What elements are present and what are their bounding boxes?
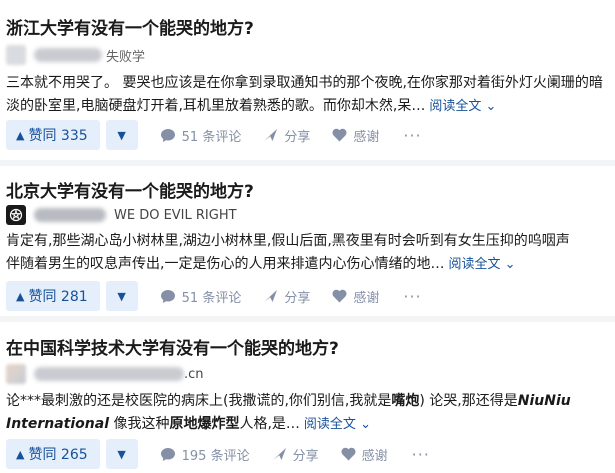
comment-icon [160,289,175,303]
ellipsis-icon: ··· [403,125,422,145]
author-name-blurred[interactable] [34,208,106,222]
share-button[interactable]: 分享 [263,126,310,145]
comment-icon [160,128,175,142]
read-more-label: 阅读全文 [448,257,501,272]
read-more-link[interactable]: 阅读全文 ⌄ [304,417,371,432]
author-bio: 失败学 [106,49,146,65]
excerpt-emphasis: NiuNiu [517,393,571,409]
author-name-blurred[interactable] [34,367,184,381]
triangle-up-icon: ▲ [16,447,25,461]
downvote-button[interactable]: ▼ [105,281,138,311]
triangle-down-icon: ▼ [117,128,126,142]
answer-excerpt[interactable]: 论***最刺激的还是校医院的病床上(我撒谎的,你们别信,我就是嘴炮) 论哭,那还… [6,390,608,436]
excerpt-line: 淡的卧室里,电脑硬盘灯开着,耳机里放着熟悉的歌。而你却木然,呆… 阅读全文 ⌄ [6,95,608,118]
feed-card: 浙江大学有没有一个能哭的地方? 失败学 三本就不用哭了。 要哭也应该是在你拿到录… [0,0,615,160]
avatar[interactable] [6,45,26,65]
excerpt-emphasis: International [6,416,110,432]
read-more-label: 阅读全文 [303,417,356,432]
answer-excerpt[interactable]: 肯定有,那些湖心岛小树林里,湖边小树林里,假山后面,黑夜里有时会听到有女生压抑的… [6,230,608,276]
thanks-label: 感谢 [353,129,380,145]
heart-icon [332,289,347,303]
triangle-down-icon: ▼ [117,289,126,303]
excerpt-text: ) 论哭,那还得是 [419,393,518,409]
triangle-up-icon: ▲ [16,289,25,303]
author-row: .cn [6,363,204,385]
comment-icon [160,447,175,461]
excerpt-line: International 像我这种原地爆炸型人格,是… 阅读全文 ⌄ [6,413,608,436]
heart-icon [332,128,347,142]
upvote-button[interactable]: ▲ 赞同 265 [6,439,100,469]
excerpt-bold: 嘴炮 [391,393,420,409]
thanks-label: 感谢 [361,448,388,464]
comments-label: 195 条评论 [181,448,250,464]
share-label: 分享 [284,290,311,306]
upvote-button[interactable]: ▲ 赞同 281 [6,281,100,311]
question-title[interactable]: 浙江大学有没有一个能哭的地方? [6,14,254,39]
thanks-label: 感谢 [353,290,380,306]
downvote-button[interactable]: ▼ [105,120,138,150]
share-icon [272,448,286,460]
share-icon [264,290,278,302]
author-row: WE DO EVIL RIGHT [6,204,237,226]
avatar[interactable] [6,364,26,384]
emblem-icon [9,208,23,222]
action-bar: ▲ 赞同 335 ▼ 51 条评论 分享 感谢 ··· [6,120,422,150]
upvote-label: 赞同 335 [28,128,88,144]
thanks-button[interactable]: 感谢 [332,287,379,306]
avatar[interactable] [6,205,26,225]
excerpt-text: 伴随着男生的叹息声传出,一定是伤心的人用来排遣内心伤心情绪的地… [6,256,445,272]
more-options-button[interactable]: ··· [412,445,430,464]
action-bar: ▲ 赞同 265 ▼ 195 条评论 分享 感谢 ··· [6,439,430,469]
downvote-button[interactable]: ▼ [105,439,138,469]
thanks-button[interactable]: 感谢 [332,126,379,145]
excerpt-line: 论***最刺激的还是校医院的病床上(我撒谎的,你们别信,我就是嘴炮) 论哭,那还… [6,390,608,413]
chevron-down-icon: ⌄ [485,99,497,114]
share-button[interactable]: 分享 [272,445,319,464]
excerpt-text: 论***最刺激的还是校医院的病床上(我撒谎的,你们别信,我就是 [6,393,392,409]
ellipsis-icon: ··· [403,286,422,306]
thanks-button[interactable]: 感谢 [341,445,388,464]
comments-button[interactable]: 51 条评论 [160,287,242,306]
excerpt-text: 人格,是… [239,416,300,432]
comments-button[interactable]: 51 条评论 [160,126,242,145]
excerpt-line: 三本就不用哭了。 要哭也应该是在你拿到录取通知书的那个夜晚,在你家那对着街外灯火… [6,75,603,91]
more-options-button[interactable]: ··· [403,126,421,145]
feed-card: 在中国科学技术大学有没有一个能哭的地方? .cn 论***最刺激的还是校医院的病… [0,322,615,473]
chevron-down-icon: ⌄ [360,417,371,432]
comments-button[interactable]: 195 条评论 [160,445,250,464]
action-bar: ▲ 赞同 281 ▼ 51 条评论 分享 感谢 ··· [6,281,422,311]
author-bio: WE DO EVIL RIGHT [114,207,237,223]
author-name-suffix: .cn [184,366,204,382]
excerpt-text: 淡的卧室里,电脑硬盘灯开着,耳机里放着熟悉的歌。而你却木然,呆… [6,98,426,114]
read-more-label: 阅读全文 [429,99,482,114]
excerpt-line: 肯定有,那些湖心岛小树林里,湖边小树林里,假山后面,黑夜里有时会听到有女生压抑的… [6,233,570,249]
triangle-up-icon: ▲ [16,128,25,142]
share-icon [264,129,278,141]
heart-icon [341,447,356,461]
read-more-link[interactable]: 阅读全文 ⌄ [448,257,515,272]
share-label: 分享 [284,129,311,145]
author-row: 失败学 [6,44,145,66]
answer-excerpt[interactable]: 三本就不用哭了。 要哭也应该是在你拿到录取通知书的那个夜晚,在你家那对着街外灯火… [6,72,608,118]
comments-label: 51 条评论 [181,129,242,145]
comments-label: 51 条评论 [181,290,242,306]
chevron-down-icon: ⌄ [504,257,516,272]
upvote-button[interactable]: ▲ 赞同 335 [6,120,100,150]
triangle-down-icon: ▼ [117,447,126,461]
excerpt-line: 伴随着男生的叹息声传出,一定是伤心的人用来排遣内心伤心情绪的地… 阅读全文 ⌄ [6,253,608,276]
ellipsis-icon: ··· [411,444,430,464]
excerpt-bold: 原地爆炸型 [169,416,240,432]
upvote-label: 赞同 281 [28,289,88,305]
read-more-link[interactable]: 阅读全文 ⌄ [429,99,496,114]
upvote-label: 赞同 265 [28,447,88,463]
author-name-blurred[interactable] [34,48,102,62]
excerpt-text: 像我这种 [109,416,170,432]
share-button[interactable]: 分享 [263,287,310,306]
more-options-button[interactable]: ··· [403,287,421,306]
feed-card: 北京大学有没有一个能哭的地方? WE DO EVIL RIGHT 肯定有,那些湖… [0,166,615,316]
share-label: 分享 [292,448,319,464]
question-title[interactable]: 北京大学有没有一个能哭的地方? [6,177,254,202]
question-title[interactable]: 在中国科学技术大学有没有一个能哭的地方? [6,334,339,359]
